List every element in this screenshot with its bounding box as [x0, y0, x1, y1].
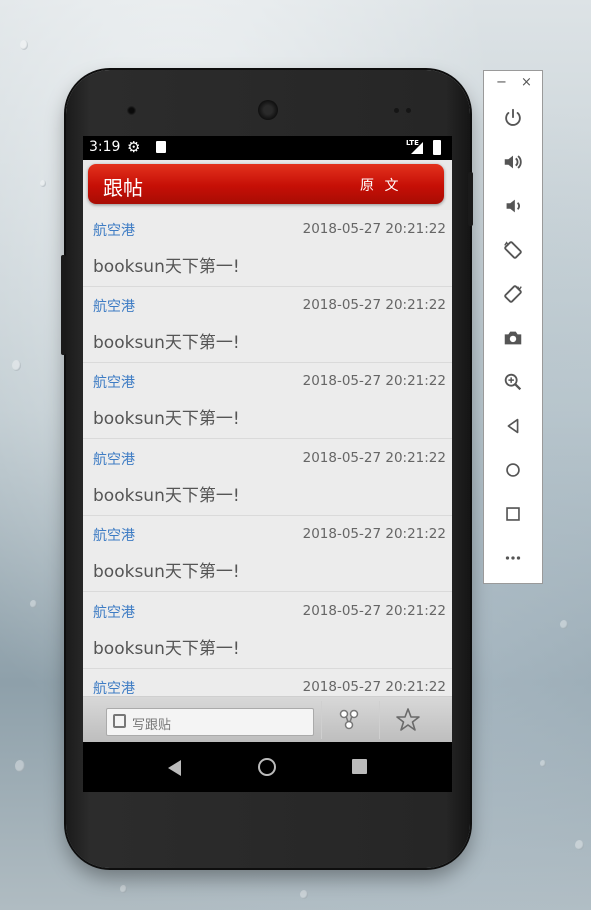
- list-item[interactable]: 航空港 2018-05-27 20:21:22 booksun天下第一!: [83, 515, 452, 592]
- rotate-right-button[interactable]: [500, 281, 526, 307]
- front-camera: [127, 106, 136, 115]
- page-title: 跟帖: [103, 176, 143, 200]
- item-username[interactable]: 航空港: [93, 678, 135, 696]
- overview-icon: [506, 507, 520, 521]
- nav-back-icon[interactable]: [168, 760, 181, 776]
- phone-power-key: [468, 172, 473, 226]
- camera-icon: [504, 331, 522, 345]
- star-icon: [396, 708, 420, 731]
- item-username[interactable]: 航空港: [93, 372, 135, 392]
- item-username[interactable]: 航空港: [93, 602, 135, 622]
- list-item[interactable]: 航空港 2018-05-27 20:21:22 booksun天下第一!: [83, 362, 452, 439]
- volume-up-button[interactable]: [500, 149, 526, 175]
- toolbar-divider: [379, 701, 380, 739]
- item-timestamp: 2018-05-27 20:21:22: [302, 297, 446, 313]
- battery-icon: [433, 140, 441, 155]
- settings-gear-icon: ⚙: [127, 138, 141, 156]
- home-icon: [506, 463, 520, 477]
- list-item[interactable]: 航空港 2018-05-27 20:21:22 booksun天下第一!: [83, 439, 452, 516]
- volume-down-button[interactable]: [500, 193, 526, 219]
- list-item[interactable]: 航空港 2018-05-27 20:21:22 booksun天下第一!: [83, 286, 452, 363]
- item-username[interactable]: 航空港: [93, 296, 135, 316]
- earpiece-speaker: [258, 100, 278, 120]
- rotate-right-icon: [504, 285, 522, 303]
- proximity-sensor: [394, 108, 399, 113]
- share-button[interactable]: [323, 703, 375, 737]
- original-article-button[interactable]: 原 文: [360, 175, 401, 195]
- write-reply-label: 写跟贴: [132, 718, 172, 733]
- nav-recents-icon[interactable]: [352, 759, 367, 774]
- power-icon: [505, 108, 521, 126]
- item-timestamp: 2018-05-27 20:21:22: [302, 373, 446, 389]
- power-button[interactable]: [500, 105, 526, 131]
- item-username[interactable]: 航空港: [93, 525, 135, 545]
- item-timestamp: 2018-05-27 20:21:22: [302, 526, 446, 542]
- more-button[interactable]: [500, 545, 526, 571]
- emulator-toolbar: − ×: [483, 70, 543, 584]
- list-item[interactable]: 航空港 2018-05-27 20:21:22 booksun天下第一!: [83, 592, 452, 669]
- item-timestamp: 2018-05-27 20:21:22: [302, 450, 446, 466]
- item-timestamp: 2018-05-27 20:21:22: [302, 221, 446, 237]
- android-nav-bar: [83, 742, 452, 792]
- edit-icon: [113, 714, 126, 728]
- home-button[interactable]: [500, 457, 526, 483]
- phone-screen: 3:19 ⚙ LTE 跟帖 原 文 航空港 2018-05-27 20:21:2…: [83, 136, 452, 792]
- list-item[interactable]: 航空港 2018-05-27 20:21:22: [83, 668, 452, 696]
- share-icon: [339, 709, 359, 730]
- item-timestamp: 2018-05-27 20:21:22: [302, 679, 446, 695]
- sd-card-icon: [156, 141, 166, 153]
- write-reply-field[interactable]: 写跟贴: [106, 708, 314, 736]
- volume-up-icon: [504, 155, 522, 169]
- item-timestamp: 2018-05-27 20:21:22: [302, 603, 446, 619]
- item-content: booksun天下第一!: [93, 639, 240, 659]
- back-icon: [507, 418, 519, 434]
- phone-volume-key: [61, 255, 66, 355]
- bottom-toolbar: 写跟贴: [83, 696, 452, 743]
- title-banner: 跟帖 原 文: [88, 164, 444, 204]
- close-button[interactable]: ×: [521, 75, 532, 90]
- item-username[interactable]: 航空港: [93, 449, 135, 469]
- list-item[interactable]: 航空港 2018-05-27 20:21:22 booksun天下第一!: [83, 210, 452, 287]
- screenshot-button[interactable]: [500, 325, 526, 351]
- favorite-button[interactable]: [383, 703, 433, 737]
- item-username[interactable]: 航空港: [93, 220, 135, 240]
- status-bar: 3:19 ⚙ LTE: [83, 136, 452, 160]
- rotate-left-icon: [504, 241, 522, 259]
- nav-home-icon[interactable]: [258, 758, 276, 776]
- toolbar-divider: [321, 701, 322, 739]
- item-content: booksun天下第一!: [93, 409, 240, 429]
- item-content: booksun天下第一!: [93, 333, 240, 353]
- app-bar: 跟帖 原 文: [83, 160, 452, 210]
- item-content: booksun天下第一!: [93, 257, 240, 277]
- light-sensor: [406, 108, 411, 113]
- item-content: booksun天下第一!: [93, 486, 240, 506]
- item-content: booksun天下第一!: [93, 562, 240, 582]
- volume-down-icon: [506, 199, 520, 213]
- status-time: 3:19: [89, 139, 121, 155]
- signal-icon: [411, 142, 423, 154]
- rotate-left-button[interactable]: [500, 237, 526, 263]
- back-button[interactable]: [500, 413, 526, 439]
- zoom-icon: [504, 373, 522, 391]
- overview-button[interactable]: [500, 501, 526, 527]
- reply-list[interactable]: 航空港 2018-05-27 20:21:22 booksun天下第一! 航空港…: [83, 210, 452, 696]
- more-icon: [505, 556, 521, 560]
- minimize-button[interactable]: −: [496, 75, 507, 90]
- zoom-button[interactable]: [500, 369, 526, 395]
